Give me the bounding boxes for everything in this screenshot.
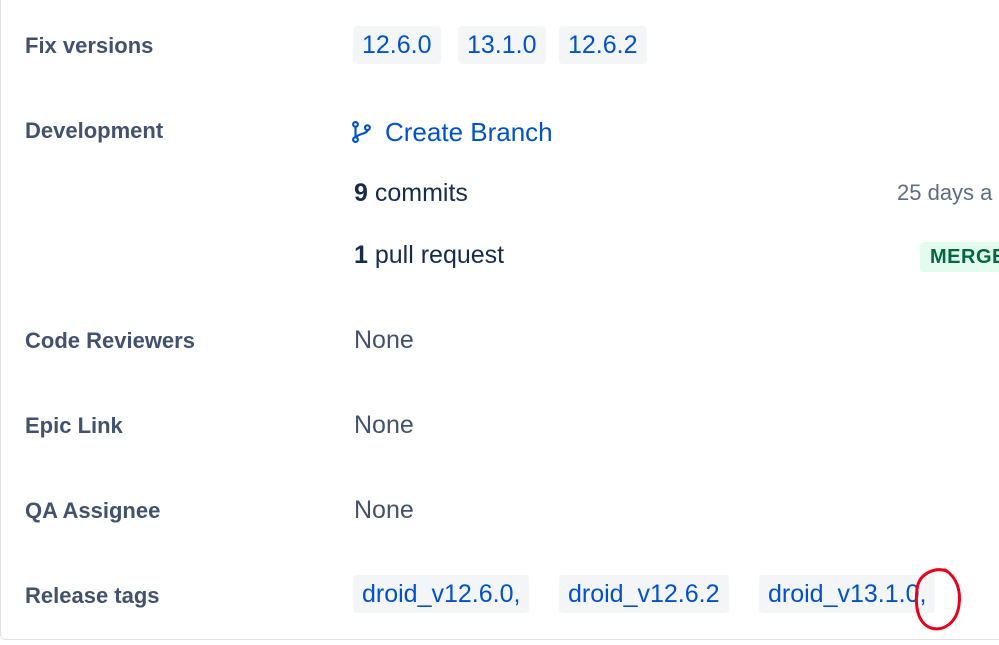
create-branch-button[interactable]: Create Branch	[349, 114, 553, 150]
release-tag-chip[interactable]: droid_v13.1.0,	[759, 575, 936, 613]
release-tag-chip[interactable]: droid_v12.6.2	[559, 575, 729, 613]
pr-count: 1	[354, 241, 368, 269]
development-label: Development	[25, 118, 164, 143]
fix-version-chip[interactable]: 12.6.2	[559, 26, 647, 64]
commits-count: 9	[354, 179, 368, 207]
create-branch-label: Create Branch	[385, 116, 553, 147]
code-reviewers-value[interactable]: None	[354, 324, 414, 356]
code-reviewers-label: Code Reviewers	[25, 328, 195, 353]
commits-timestamp: 25 days a	[897, 180, 993, 205]
epic-link-value[interactable]: None	[354, 409, 414, 441]
pull-request-link[interactable]: 1 pull request	[354, 239, 504, 271]
release-tags-label: Release tags	[25, 583, 160, 608]
commits-text: commits	[374, 179, 468, 207]
pr-status-badge: MERGE	[920, 242, 999, 272]
epic-link-label: Epic Link	[25, 413, 123, 438]
qa-assignee-value[interactable]: None	[354, 494, 414, 526]
fix-version-chip[interactable]: 13.1.0	[458, 26, 546, 64]
release-tag-chip[interactable]: droid_v12.6.0,	[353, 575, 530, 613]
qa-assignee-label: QA Assignee	[25, 498, 161, 523]
pr-text: pull request	[374, 241, 505, 269]
git-branch-icon	[352, 120, 371, 144]
fix-versions-label: Fix versions	[25, 33, 154, 58]
issue-details-panel	[0, 0, 999, 640]
fix-version-chip[interactable]: 12.6.0	[353, 26, 441, 64]
commits-link[interactable]: 9 commits	[354, 177, 468, 209]
